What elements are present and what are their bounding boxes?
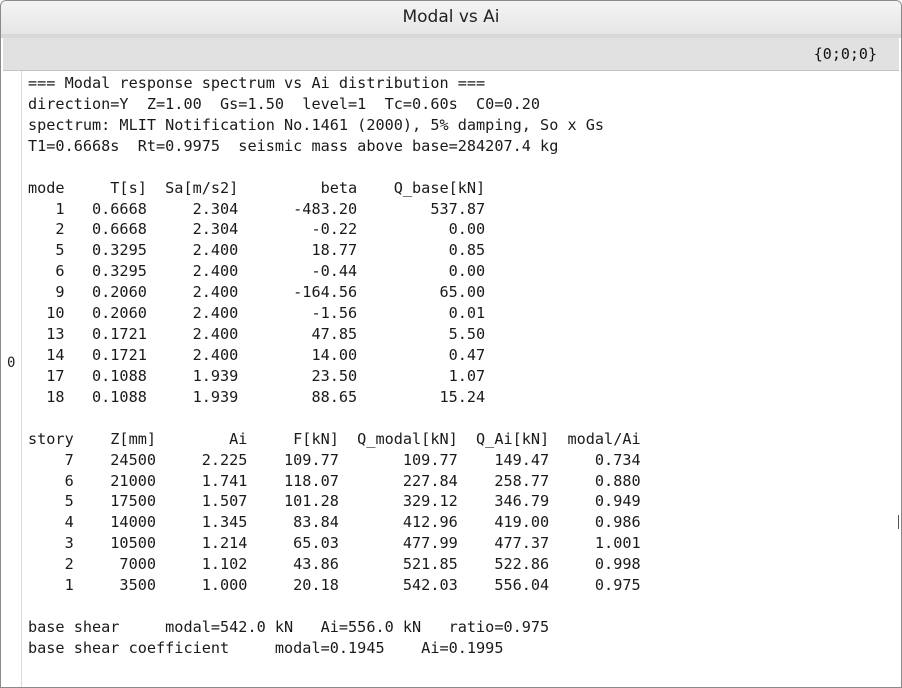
console-line: 10 0.2060 2.400 -1.56 0.01: [28, 304, 486, 323]
console-line: 5 0.3295 2.400 18.77 0.85: [28, 241, 486, 260]
console-line: 17 0.1088 1.939 23.50 1.07: [28, 366, 486, 385]
console-line: 9 0.2060 2.400 -164.56 65.00: [28, 283, 486, 302]
coordinate-bar: {0;0;0}: [3, 38, 899, 71]
console-output[interactable]: === Modal response spectrum vs Ai distri…: [28, 73, 641, 659]
console-line: 3 10500 1.214 65.03 477.99 477.37 1.001: [28, 534, 641, 553]
console-line: spectrum: MLIT Notification No.1461 (200…: [28, 115, 605, 134]
gutter-number: 0: [7, 355, 16, 371]
console-line: 4 14000 1.345 83.84 412.96 419.00 0.986: [28, 513, 641, 532]
console-line: direction=Y Z=1.00 Gs=1.50 level=1 Tc=0.…: [28, 94, 541, 113]
console-line: 2 7000 1.102 43.86 521.85 522.86 0.998: [28, 555, 641, 574]
console-line: story Z[mm] Ai F[kN] Q_modal[kN] Q_Ai[kN…: [28, 429, 641, 448]
console-line: 5 17500 1.507 101.28 329.12 346.79 0.949: [28, 492, 641, 511]
console-line: base shear modal=542.0 kN Ai=556.0 kN ra…: [28, 617, 550, 636]
line-gutter: 0: [1, 71, 22, 687]
title-bar[interactable]: Modal vs Ai: [1, 1, 901, 35]
coordinate-readout: {0;0;0}: [813, 45, 877, 63]
console-line: 14 0.1721 2.400 14.00 0.47: [28, 345, 486, 364]
console-line: 18 0.1088 1.939 88.65 15.24: [28, 387, 486, 406]
console-line: 1 0.6668 2.304 -483.20 537.87: [28, 199, 486, 218]
console-line: 2 0.6668 2.304 -0.22 0.00: [28, 220, 486, 239]
console-line: === Modal response spectrum vs Ai distri…: [28, 74, 486, 92]
console-line: 7 24500 2.225 109.77 109.77 149.47 0.734: [28, 450, 641, 469]
resize-handle[interactable]: [898, 515, 901, 529]
console-line: mode T[s] Sa[m/s2] beta Q_base[kN]: [28, 178, 486, 197]
console-line: base shear coefficient modal=0.1945 Ai=0…: [28, 638, 504, 657]
console-line: 6 21000 1.741 118.07 227.84 258.77 0.880: [28, 471, 641, 490]
console-line: 6 0.3295 2.400 -0.44 0.00: [28, 262, 486, 281]
window-title: Modal vs Ai: [402, 7, 500, 27]
console-line: T1=0.6668s Rt=0.9975 seismic mass above …: [28, 136, 559, 155]
console-line: 13 0.1721 2.400 47.85 5.50: [28, 325, 486, 344]
console-line: 1 3500 1.000 20.18 542.03 556.04 0.975: [28, 576, 641, 595]
output-window: Modal vs Ai {0;0;0} 0 === Modal response…: [0, 0, 902, 688]
